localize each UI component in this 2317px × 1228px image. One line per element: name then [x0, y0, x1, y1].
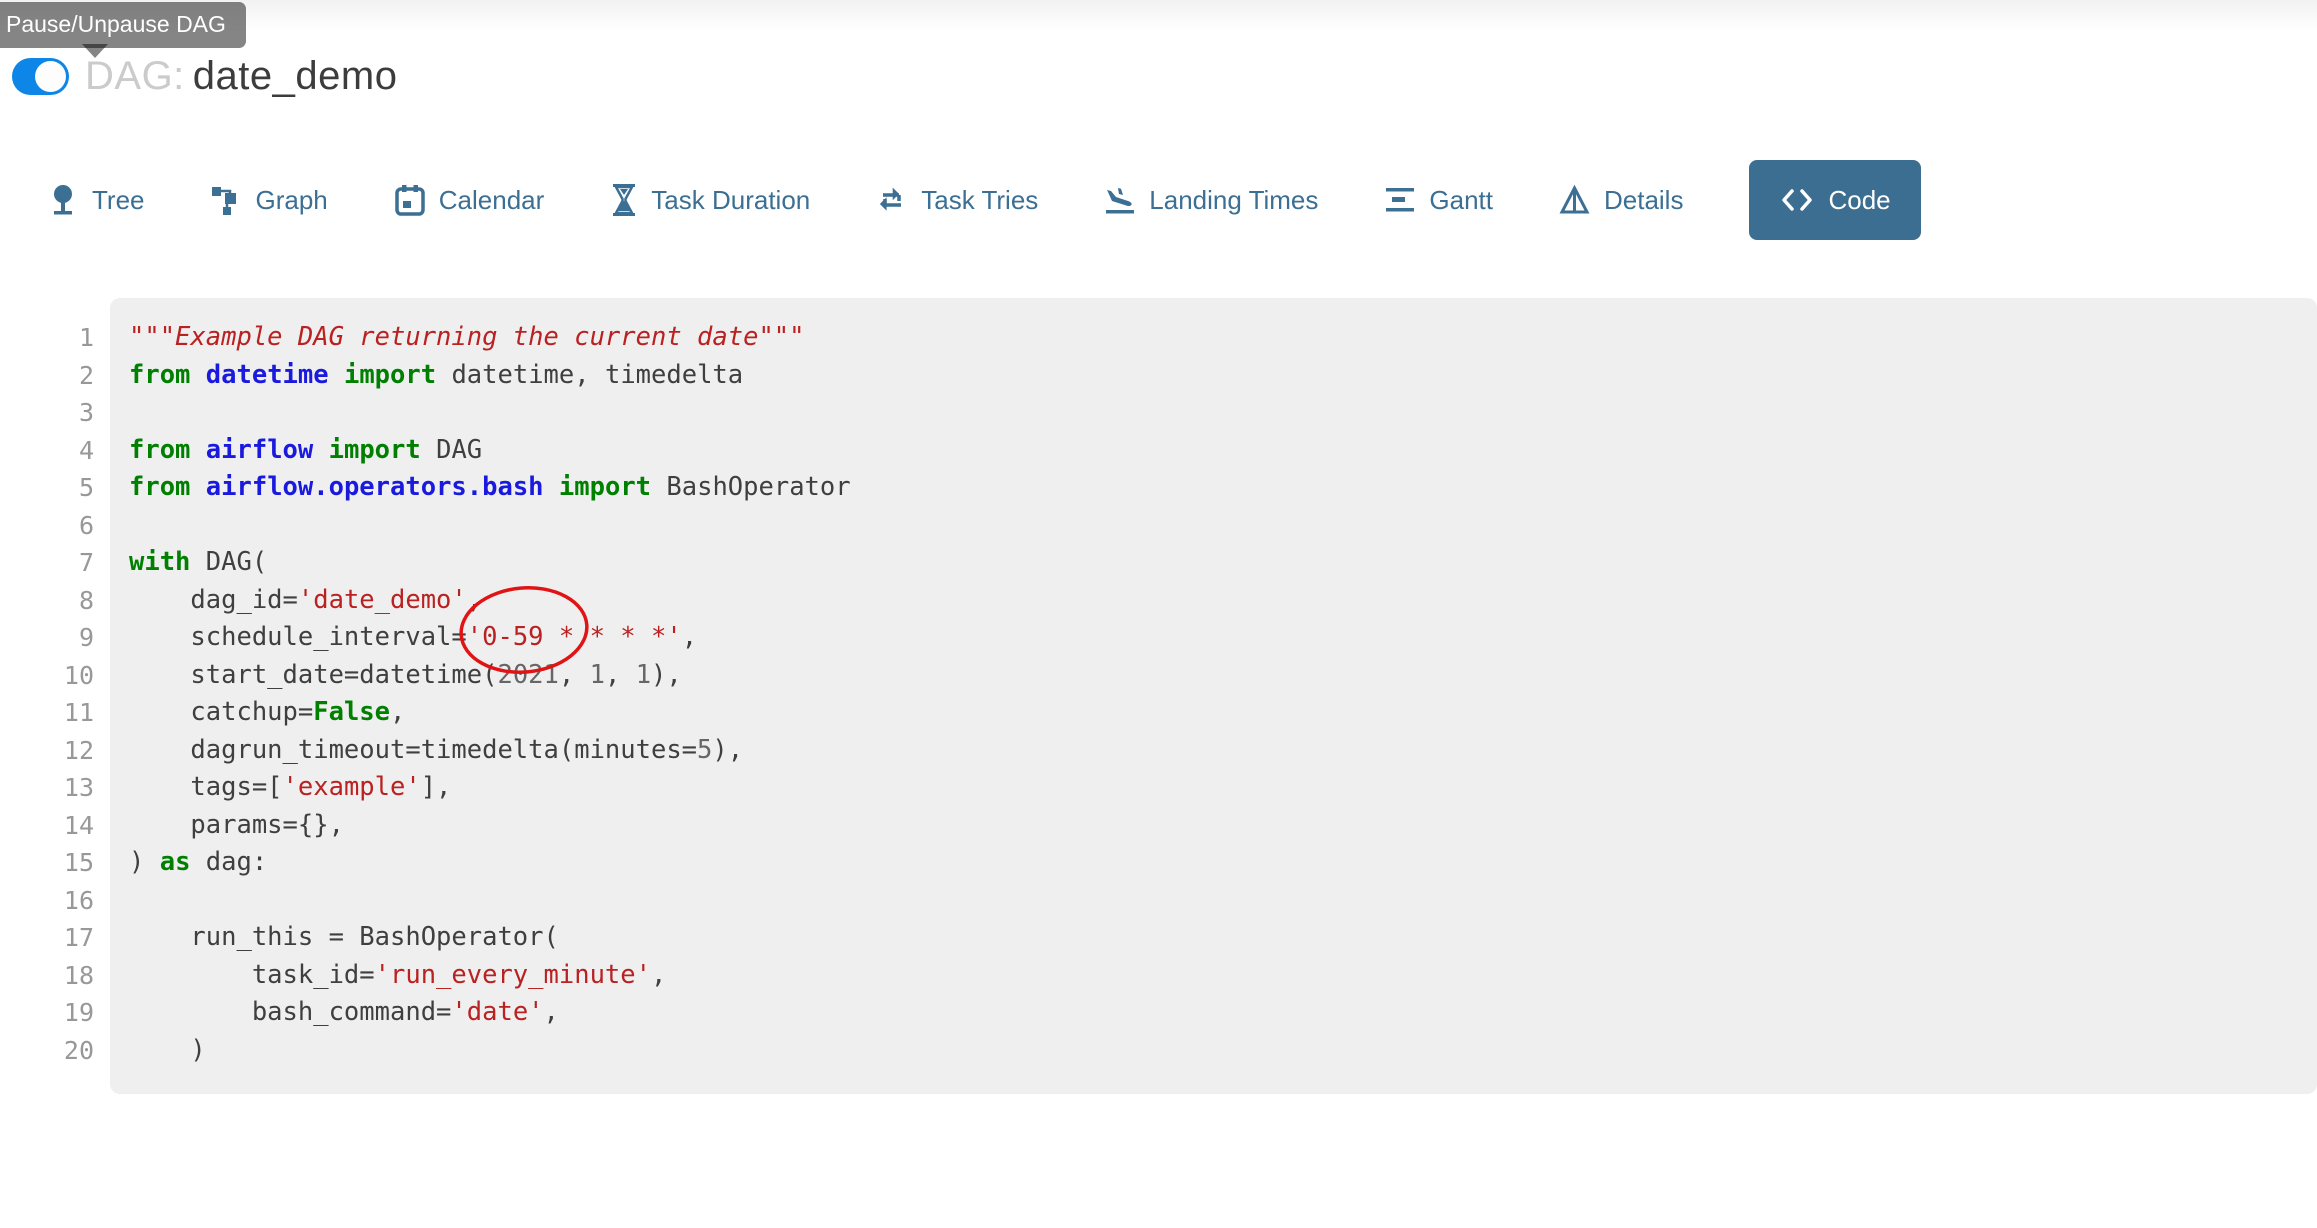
pause-tooltip: Pause/Unpause DAG [0, 2, 246, 48]
line-number: 3 [0, 394, 94, 432]
tab-label: Landing Times [1149, 185, 1318, 216]
line-number-gutter: 1234567891011121314151617181920 [0, 319, 94, 1069]
pause-tooltip-arrow [82, 44, 108, 58]
line-number: 8 [0, 582, 94, 620]
plane-landing-icon [1104, 184, 1136, 216]
code-line [129, 882, 851, 920]
tab-label: Details [1604, 185, 1683, 216]
tab-landing-times[interactable]: Landing Times [1104, 184, 1318, 216]
code-line: run_this = BashOperator( [129, 919, 851, 957]
code-line: catchup=False, [129, 694, 851, 732]
tab-label: Gantt [1429, 185, 1493, 216]
details-delta-icon [1559, 184, 1591, 216]
code-line: """Example DAG returning the current dat… [129, 319, 851, 357]
repeat-icon [876, 184, 908, 216]
code-line: from airflow.operators.bash import BashO… [129, 469, 851, 507]
line-number: 2 [0, 357, 94, 395]
code-line: ) [129, 1032, 851, 1070]
tab-label: Code [1828, 185, 1890, 216]
code-line: dagrun_timeout=timedelta(minutes=5), [129, 732, 851, 770]
dag-view-tabs: Tree Graph Calendar Task Duration Task Tries… [49, 160, 1921, 240]
code-line: with DAG( [129, 544, 851, 582]
hourglass-icon [610, 183, 638, 217]
pause-unpause-toggle[interactable] [12, 58, 69, 95]
line-number: 19 [0, 994, 94, 1032]
code-line: from datetime import datetime, timedelta [129, 357, 851, 395]
tab-label: Graph [256, 185, 328, 216]
code-line: from airflow import DAG [129, 432, 851, 470]
code-line: task_id='run_every_minute', [129, 957, 851, 995]
line-number: 1 [0, 319, 94, 357]
line-number: 4 [0, 432, 94, 470]
code-line: bash_command='date', [129, 994, 851, 1032]
tab-tree[interactable]: Tree [49, 184, 145, 216]
dag-source-code: """Example DAG returning the current dat… [129, 319, 851, 1069]
tab-label: Tree [92, 185, 145, 216]
tab-label: Task Duration [651, 185, 810, 216]
tab-task-duration[interactable]: Task Duration [610, 183, 810, 217]
code-line [129, 394, 851, 432]
line-number: 11 [0, 694, 94, 732]
tab-gantt[interactable]: Gantt [1384, 184, 1493, 216]
line-number: 9 [0, 619, 94, 657]
code-line: tags=['example'], [129, 769, 851, 807]
tab-details[interactable]: Details [1559, 184, 1683, 216]
tab-code[interactable]: Code [1749, 160, 1920, 240]
tab-label: Calendar [439, 185, 545, 216]
code-line: ) as dag: [129, 844, 851, 882]
code-line: params={}, [129, 807, 851, 845]
page-top-gradient [0, 0, 2317, 32]
code-line: start_date=datetime(2021, 1, 1), [129, 657, 851, 695]
toggle-knob [35, 61, 66, 92]
line-number: 20 [0, 1032, 94, 1070]
code-line: schedule_interval='0-59 * * * *', [129, 619, 851, 657]
line-number: 13 [0, 769, 94, 807]
dag-header: DAG:date_demo [12, 54, 397, 99]
line-number: 7 [0, 544, 94, 582]
tab-calendar[interactable]: Calendar [394, 184, 545, 216]
line-number: 6 [0, 507, 94, 545]
tab-label: Task Tries [921, 185, 1038, 216]
tab-task-tries[interactable]: Task Tries [876, 184, 1038, 216]
line-number: 5 [0, 469, 94, 507]
code-icon [1779, 185, 1815, 215]
code-line: dag_id='date_demo', [129, 582, 851, 620]
tab-graph[interactable]: Graph [211, 184, 328, 216]
line-number: 12 [0, 732, 94, 770]
line-number: 15 [0, 844, 94, 882]
line-number: 16 [0, 882, 94, 920]
code-line [129, 507, 851, 545]
gantt-bars-icon [1384, 184, 1416, 216]
page-title: DAG:date_demo [85, 54, 397, 99]
line-number: 18 [0, 957, 94, 995]
line-number: 17 [0, 919, 94, 957]
dag-label: DAG: [85, 54, 185, 98]
calendar-icon [394, 184, 426, 216]
graph-icon [211, 184, 243, 216]
line-number: 10 [0, 657, 94, 695]
line-number: 14 [0, 807, 94, 845]
dag-name: date_demo [193, 54, 398, 98]
tree-icon [49, 184, 79, 216]
